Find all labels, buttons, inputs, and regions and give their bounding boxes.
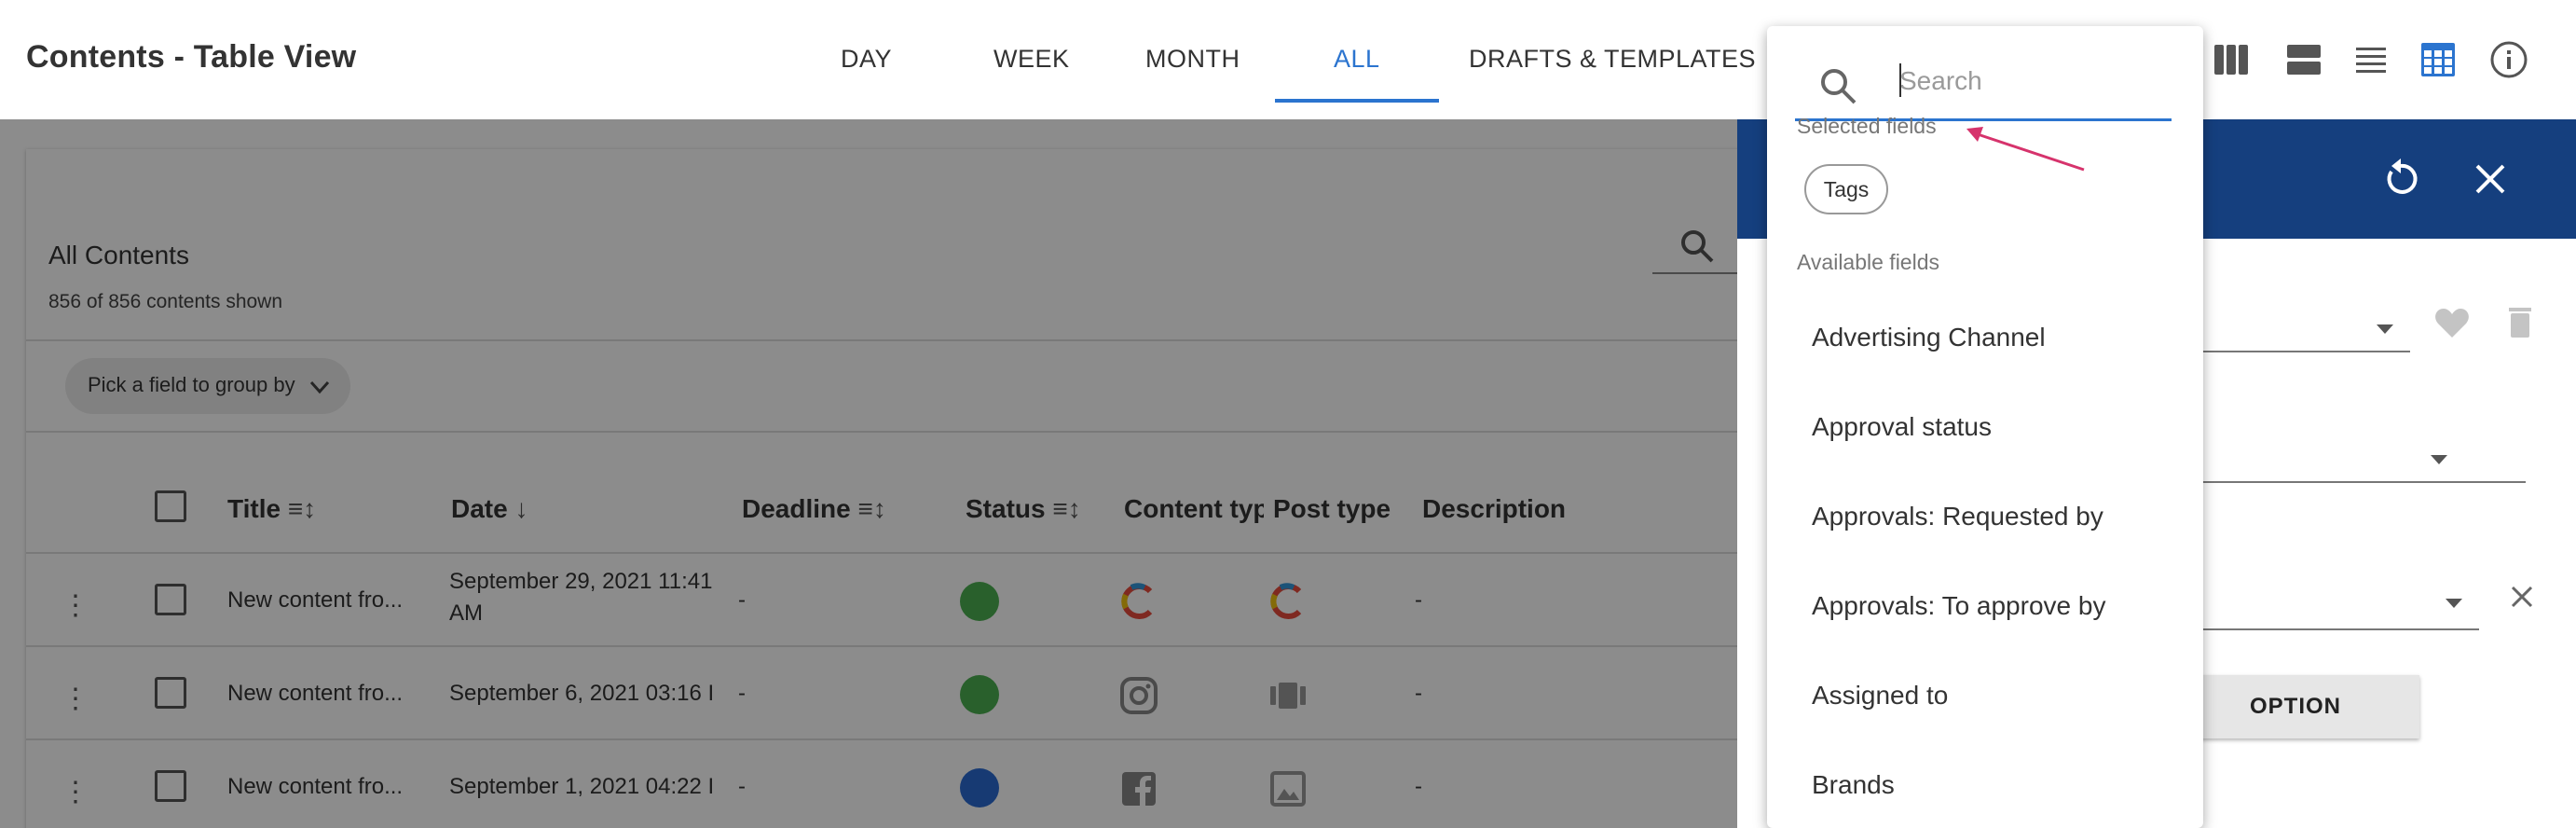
annotation-arrow-icon: [1966, 127, 2085, 172]
field-option-approvals-to-approve-by[interactable]: Approvals: To approve by: [1812, 591, 2105, 621]
reset-icon[interactable]: [2378, 157, 2423, 201]
field-option-advertising-channel[interactable]: Advertising Channel: [1812, 323, 2046, 352]
info-icon[interactable]: [2488, 39, 2529, 80]
field-option-approval-status[interactable]: Approval status: [1812, 412, 1992, 442]
selected-fields-label: Selected fields: [1797, 114, 1937, 138]
list-view-icon[interactable]: [2350, 39, 2391, 80]
field-option-approvals-requested-by[interactable]: Approvals: Requested by: [1812, 502, 2103, 531]
tab-day[interactable]: DAY: [841, 45, 892, 74]
selected-field-chip-tags[interactable]: Tags: [1804, 164, 1888, 214]
caret-down-icon[interactable]: [2371, 315, 2399, 343]
tab-all[interactable]: ALL: [1334, 45, 1380, 74]
page-title: Contents - Table View: [26, 39, 357, 75]
caret-down-icon[interactable]: [2440, 589, 2468, 617]
add-option-button[interactable]: OPTION: [2166, 675, 2419, 738]
field-option-brands[interactable]: Brands: [1812, 770, 1895, 800]
field-search-input[interactable]: [1899, 60, 2160, 103]
field-input-line[interactable]: [2181, 351, 2410, 352]
active-tab-indicator: [1275, 99, 1439, 103]
columns-view-icon[interactable]: [2211, 39, 2252, 80]
rows-view-icon[interactable]: [2283, 39, 2324, 80]
field-input-line[interactable]: [2181, 628, 2479, 630]
close-icon[interactable]: [2505, 580, 2539, 614]
table-view-icon[interactable]: [2418, 39, 2459, 80]
available-fields-label: Available fields: [1797, 250, 1940, 274]
caret-down-icon[interactable]: [2425, 446, 2453, 474]
field-option-assigned-to[interactable]: Assigned to: [1812, 681, 1948, 711]
heart-icon[interactable]: [2432, 304, 2472, 343]
tab-month[interactable]: MONTH: [1145, 45, 1240, 74]
tab-drafts-templates[interactable]: DRAFTS & TEMPLATES: [1469, 45, 1756, 74]
search-icon: [1821, 69, 1857, 104]
field-search-row: [1795, 47, 2172, 121]
close-icon[interactable]: [2470, 159, 2511, 200]
trash-icon[interactable]: [2501, 304, 2539, 341]
text-cursor: [1899, 63, 1901, 97]
tab-week[interactable]: WEEK: [993, 45, 1070, 74]
field-input-line[interactable]: [2181, 481, 2526, 483]
